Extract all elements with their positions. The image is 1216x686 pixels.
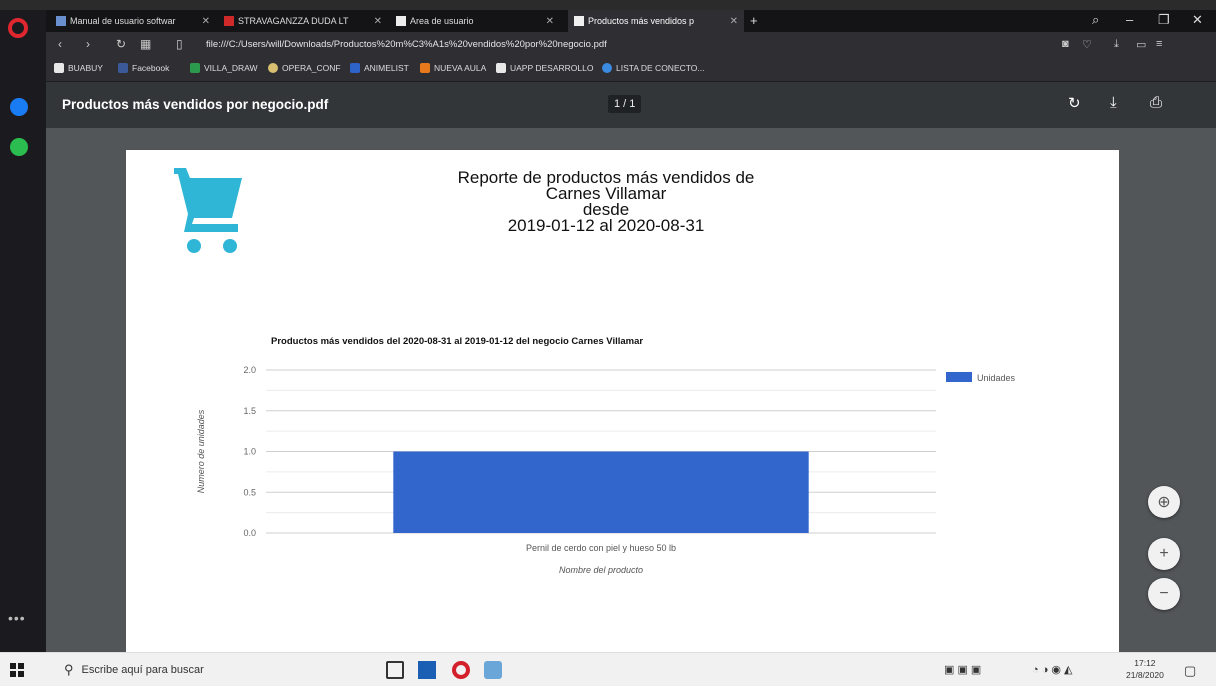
tab-favicon-icon <box>56 16 66 26</box>
bookmark-label: OPERA_CONF <box>282 63 341 73</box>
maximize-icon[interactable]: ❐ <box>1158 12 1170 28</box>
bookmark-label: NUEVA AULA <box>434 63 487 73</box>
download-pdf-icon[interactable]: ⤓ <box>1110 94 1117 111</box>
bookmark-item[interactable]: OPERA_CONF <box>268 63 341 73</box>
pdf-viewer: Reporte de productos más vendidos de Car… <box>46 128 1216 660</box>
url-field[interactable]: file:///C:/Users/will/Downloads/Producto… <box>206 39 607 50</box>
battery-icon[interactable]: ▭ <box>1136 38 1146 51</box>
bookmark-label: Facebook <box>132 63 170 73</box>
messenger-icon[interactable] <box>10 98 28 116</box>
bookmark-label: VILLA_DRAW <box>204 63 258 73</box>
bar-chart: 0.0 0.5 1.0 1.5 2.0 Pernil de cerdo con piel … <box>196 365 1016 575</box>
tab-manual[interactable]: Manual de usuario softwar ✕ <box>50 10 216 32</box>
tab-label: Productos más vendidos p <box>588 16 695 26</box>
y-axis-label: Numero de unidades <box>196 409 206 493</box>
x-axis-label: Nombre del producto <box>559 565 643 575</box>
address-bar: ‹ › ↻ ▦ ▯ file:///C:/Users/will/Download… <box>46 32 1216 58</box>
bookmark-item[interactable]: BUABUY <box>54 63 103 73</box>
forward-icon[interactable]: › <box>86 37 90 51</box>
page-indicator[interactable]: 1 / 1 <box>608 95 642 113</box>
tab-favicon-icon <box>396 16 406 26</box>
clock-date: 21/8/2020 <box>1126 670 1164 680</box>
tab-bar: Manual de usuario softwar ✕ STRAVAGANZZA… <box>46 10 1216 32</box>
bookmark-item[interactable]: UAPP DESARROLLO <box>496 63 593 73</box>
clock[interactable]: 17:12 21/8/2020 <box>1126 657 1164 681</box>
tab-productos[interactable]: Productos más vendidos p ✕ <box>568 10 744 32</box>
y-tick-label: 0.5 <box>243 487 256 497</box>
tab-label: Area de usuario <box>410 16 474 26</box>
more-icon[interactable]: ••• <box>8 610 26 626</box>
clock-time: 17:12 <box>1134 658 1156 668</box>
notifications-icon[interactable]: ▢ <box>1184 663 1196 679</box>
bookmark-item[interactable]: VILLA_DRAW <box>190 63 258 73</box>
tab-area-usuario[interactable]: Area de usuario ✕ <box>390 10 560 32</box>
search-tabs-icon[interactable]: ⌕ <box>1092 12 1099 28</box>
zoom-out-button[interactable]: − <box>1148 578 1180 610</box>
tray-apps-icon[interactable]: ▣ ▣ ▣ <box>944 663 981 676</box>
bookmark-label: LISTA DE CONECTO... <box>616 63 705 73</box>
taskbar-search[interactable]: ⚲ Escribe aquí para buscar <box>48 657 338 683</box>
whatsapp-icon[interactable] <box>10 138 28 156</box>
rotate-icon[interactable]: ↻ <box>1068 94 1081 112</box>
tab-close-icon[interactable]: ✕ <box>202 16 210 27</box>
download-icon[interactable]: ⤓ <box>1114 38 1119 51</box>
minimize-icon[interactable]: – <box>1126 12 1133 27</box>
fit-page-button[interactable]: ⊕ <box>1148 486 1180 518</box>
back-icon[interactable]: ‹ <box>58 37 62 51</box>
tab-label: STRAVAGANZZA DUDA LT <box>238 16 349 26</box>
opera-logo-icon[interactable] <box>8 18 28 38</box>
tray-system-icon[interactable]: ◔ ◑ ◉ ◭ <box>1032 663 1073 676</box>
tab-favicon-icon <box>224 16 234 26</box>
tab-close-icon[interactable]: ✕ <box>546 16 554 27</box>
y-tick-label: 1.0 <box>243 447 256 457</box>
tab-close-icon[interactable]: ✕ <box>374 16 382 27</box>
zoom-in-button[interactable]: + <box>1148 538 1180 570</box>
word-app-icon[interactable] <box>418 661 436 679</box>
bookmark-item[interactable]: ANIMELIST <box>350 63 409 73</box>
bookmark-item[interactable]: NUEVA AULA <box>420 63 486 73</box>
camera-icon[interactable]: ◙ <box>1062 38 1069 50</box>
tab-stravaganzza[interactable]: STRAVAGANZZA DUDA LT ✕ <box>218 10 388 32</box>
y-tick-label: 1.5 <box>243 406 256 416</box>
bookmark-item[interactable]: LISTA DE CONECTO... <box>602 63 704 73</box>
bar <box>393 451 809 533</box>
bookmark-label: ANIMELIST <box>364 63 409 73</box>
menu-icon[interactable]: ≡ <box>1156 38 1162 50</box>
opera-sidebar: ••• <box>0 10 46 652</box>
pdf-toolbar: Productos más vendidos por negocio.pdf 1… <box>46 82 1216 128</box>
bookmark-label: UAPP DESARROLLO <box>510 63 594 73</box>
new-tab-button[interactable]: + <box>750 13 758 28</box>
screen: ••• Manual de usuario softwar ✕ STRAVAGA… <box>0 0 1216 686</box>
file-icon: ▯ <box>176 37 183 51</box>
close-window-icon[interactable]: ✕ <box>1192 12 1203 28</box>
y-tick-label: 2.0 <box>243 365 256 375</box>
legend-swatch <box>946 372 972 382</box>
x-tick-label: Pernil de cerdo con piel y hueso 50 lb <box>526 543 676 553</box>
bookmarks-bar: BUABUY Facebook VILLA_DRAW OPERA_CONF AN… <box>46 58 1216 82</box>
pdf-filename: Productos más vendidos por negocio.pdf <box>62 97 329 112</box>
search-icon: ⚲ <box>64 662 74 677</box>
pdf-page: Reporte de productos más vendidos de Car… <box>126 150 1119 660</box>
reload-icon[interactable]: ↻ <box>116 37 126 51</box>
legend-label: Unidades <box>977 373 1016 383</box>
search-placeholder: Escribe aquí para buscar <box>81 664 204 676</box>
bookmark-label: BUABUY <box>68 63 103 73</box>
windows-start-icon[interactable] <box>10 663 24 677</box>
bookmark-item[interactable]: Facebook <box>118 63 169 73</box>
speed-dial-icon[interactable]: ▦ <box>140 37 151 51</box>
opera-app-icon[interactable] <box>452 661 470 679</box>
tab-label: Manual de usuario softwar <box>70 16 176 26</box>
files-app-icon[interactable] <box>484 661 502 679</box>
tab-close-icon[interactable]: ✕ <box>730 16 738 27</box>
windows-taskbar: ⚲ Escribe aquí para buscar ▣ ▣ ▣ ◔ ◑ ◉ ◭… <box>0 652 1216 686</box>
tab-favicon-icon <box>574 16 584 26</box>
heart-icon[interactable]: ♡ <box>1082 38 1092 51</box>
y-tick-label: 0.0 <box>243 528 256 538</box>
print-icon[interactable]: ⎙ <box>1150 94 1162 111</box>
task-view-icon[interactable] <box>386 661 404 679</box>
